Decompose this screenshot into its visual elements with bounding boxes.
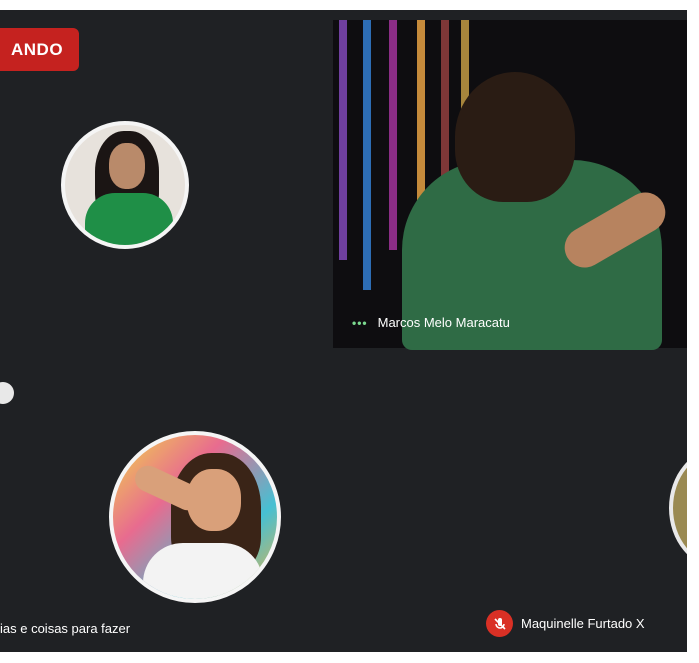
participant-name-label: ••• Marcos Melo Maracatu <box>352 315 510 330</box>
participant-avatar-2[interactable] <box>109 431 281 603</box>
side-avatar-edge <box>0 382 14 404</box>
participant-avatar-3[interactable] <box>669 448 687 568</box>
speaking-dots-icon: ••• <box>352 315 368 330</box>
participant-name-left: ias e coisas para fazer <box>0 621 131 636</box>
participant-name-right-group: Maquinelle Furtado X <box>486 610 645 637</box>
mic-off-icon[interactable] <box>486 610 513 637</box>
recording-badge: ANDO <box>0 28 79 71</box>
video-person-hair <box>455 72 575 202</box>
meeting-stage: ANDO ••• Marcos Melo Maracatu ias e cois… <box>0 10 687 652</box>
participant-name: Maquinelle Furtado X <box>521 616 645 631</box>
participant-avatar-1[interactable] <box>61 121 189 249</box>
participant-name: Marcos Melo Maracatu <box>377 315 510 330</box>
